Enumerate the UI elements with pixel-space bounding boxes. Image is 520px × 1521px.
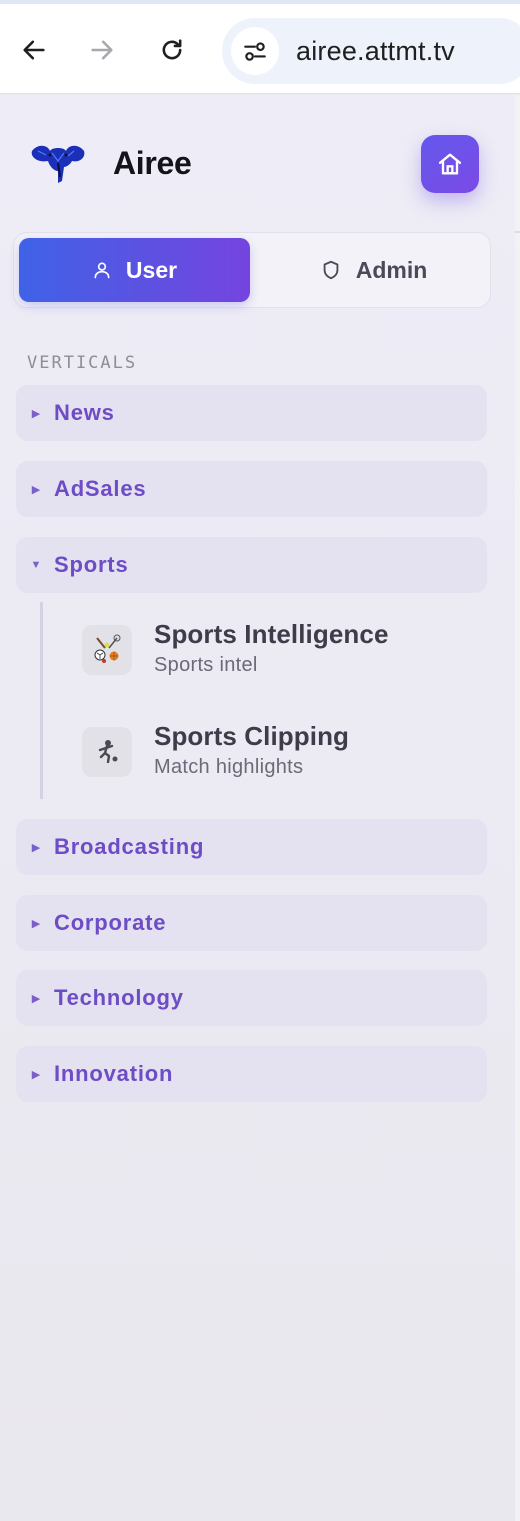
forward-arrow-icon[interactable]	[84, 32, 120, 68]
shield-icon	[323, 260, 339, 280]
brand: Airee	[28, 141, 192, 185]
admin-mode-label: Admin	[355, 256, 428, 283]
sub-item-title: Sports Intelligence	[154, 619, 389, 649]
reload-icon[interactable]	[154, 32, 190, 68]
user-mode-label: User	[125, 256, 178, 283]
main-content-edge	[515, 95, 520, 1521]
elephant-logo-icon	[31, 145, 85, 183]
section-label: VERTICALS	[27, 353, 138, 373]
vertical-label: Technology	[54, 985, 184, 1010]
vertical-corporate[interactable]: ▶ Corporate	[16, 895, 487, 951]
vertical-news[interactable]: ▶ News	[16, 385, 487, 441]
mode-switch: User Admin	[13, 232, 491, 308]
caret-right-icon: ▶	[31, 917, 41, 930]
back-arrow-icon[interactable]	[16, 32, 52, 68]
caret-right-icon: ▶	[31, 841, 41, 854]
url-text[interactable]: airee.attmt.tv	[296, 36, 455, 67]
site-settings-icon[interactable]	[231, 27, 279, 75]
vertical-innovation[interactable]: ▶ Innovation	[16, 1046, 487, 1102]
home-icon	[438, 153, 462, 175]
sidebar: Airee User Admin VERTICALS ▶ News ▶ AdSa…	[0, 95, 515, 1521]
caret-right-icon: ▶	[31, 407, 41, 420]
address-bar[interactable]: airee.attmt.tv	[222, 18, 520, 84]
vertical-broadcasting[interactable]: ▶ Broadcasting	[16, 819, 487, 875]
user-icon	[94, 262, 110, 279]
sub-item-title: Sports Clipping	[154, 721, 350, 751]
sub-item-desc: Match highlights	[154, 756, 304, 778]
vertical-label: AdSales	[54, 476, 147, 501]
home-button[interactable]	[421, 135, 479, 193]
caret-right-icon: ▶	[31, 1068, 41, 1081]
vertical-label: Broadcasting	[54, 834, 205, 859]
caret-down-icon: ▼	[30, 559, 42, 571]
vertical-label: Innovation	[54, 1061, 174, 1086]
caret-right-icon: ▶	[31, 992, 41, 1005]
submenu-guide-line	[40, 602, 43, 799]
vertical-sports[interactable]: ▼ Sports	[16, 537, 487, 593]
caret-right-icon: ▶	[31, 483, 41, 496]
admin-mode-button[interactable]: Admin	[258, 238, 489, 302]
vertical-label: News	[54, 400, 115, 425]
vertical-label: Sports	[54, 552, 129, 577]
soccer-player-icon	[82, 727, 132, 777]
vertical-adsales[interactable]: ▶ AdSales	[16, 461, 487, 517]
divider	[515, 231, 520, 233]
sub-item-sports-intelligence[interactable]: Sports Intelligence Sports intel	[82, 619, 389, 677]
brand-name: Airee	[113, 144, 192, 181]
browser-toolbar: airee.attmt.tv	[0, 0, 520, 94]
sub-item-sports-clipping[interactable]: Sports Clipping Match highlights	[82, 721, 349, 779]
vertical-label: Corporate	[54, 910, 167, 935]
sub-item-desc: Sports intel	[154, 654, 258, 676]
sports-equipment-icon	[82, 625, 132, 675]
vertical-technology[interactable]: ▶ Technology	[16, 970, 487, 1026]
user-mode-button[interactable]: User	[19, 238, 250, 302]
